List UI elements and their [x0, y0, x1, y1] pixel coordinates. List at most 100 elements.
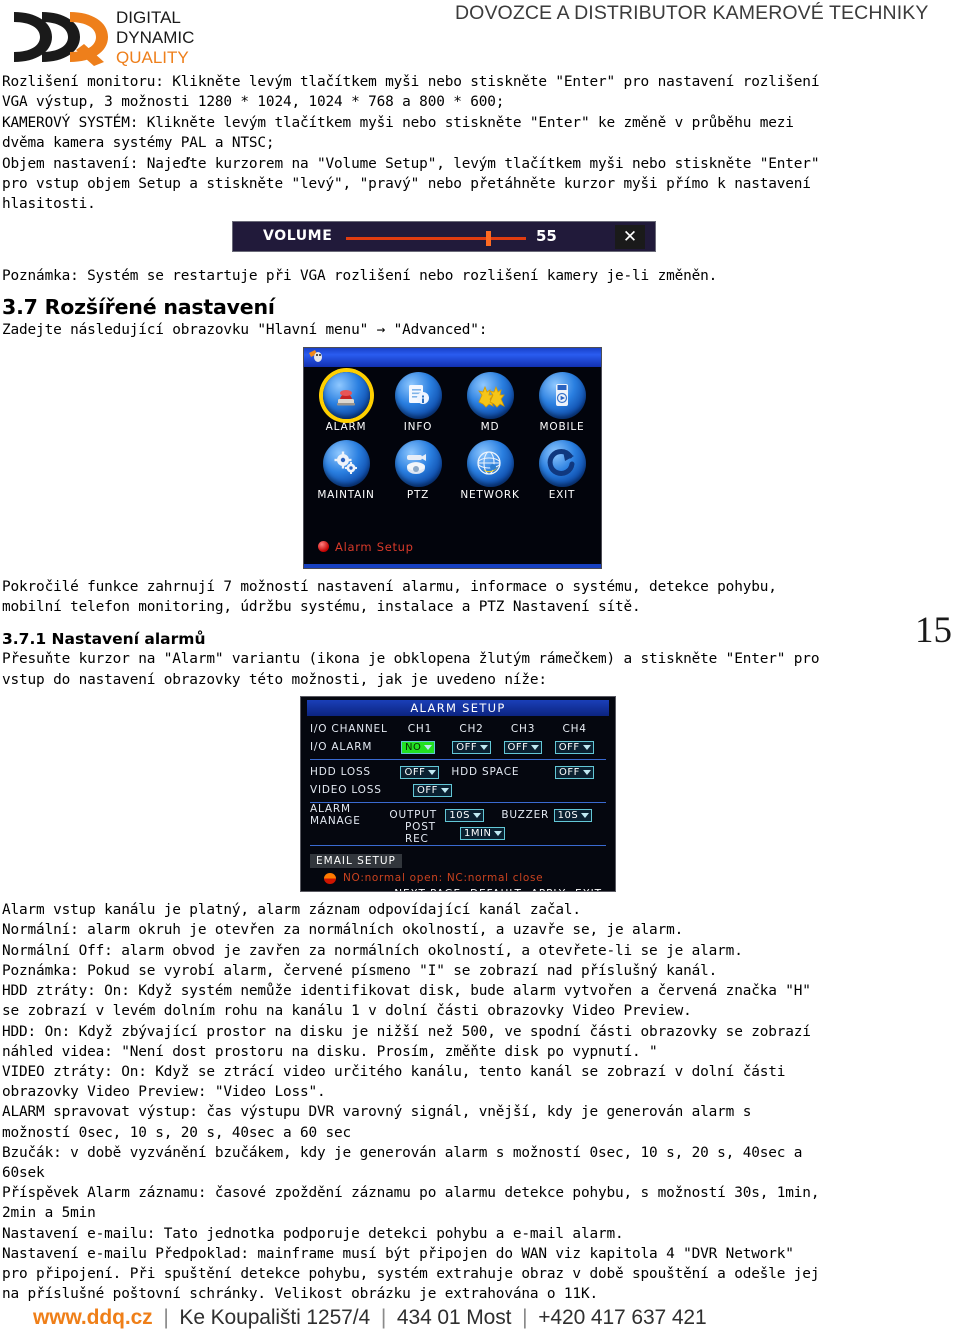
mobile-phone-icon — [538, 371, 586, 419]
io-alarm-ch3-cell: OFF — [503, 740, 555, 754]
advanced-menu-screenshot: ALARM INFO MD MOBILE MAINTAIN PTZ NETWOR… — [303, 346, 602, 569]
info-document-icon — [394, 371, 442, 419]
note-restart: Poznámka: Systém se restartuje při VGA r… — [2, 267, 718, 284]
chevron-down-icon — [424, 744, 433, 750]
buzzer-dropdown[interactable]: 10S — [553, 808, 593, 822]
hdd-loss-label: HDD LOSS — [310, 766, 371, 779]
io-alarm-ch4-dropdown[interactable]: OFF — [554, 740, 594, 754]
advanced-label-network: NETWORK — [460, 488, 520, 501]
output-label: OUTPUT — [389, 809, 438, 822]
volume-slider-knob[interactable] — [486, 230, 491, 246]
status-dot-icon — [318, 541, 329, 553]
io-alarm-row: I/O ALARM NO OFF OFF OFF — [310, 738, 606, 756]
advanced-menu-row-2: MAINTAIN PTZ NETWORK EXIT — [310, 439, 598, 502]
alarm-setup-buttons: NEXT PAGE DEFAULT APPLY EXIT — [310, 888, 606, 891]
channel-header-ch3: CH3 — [510, 723, 536, 736]
section-37-intro: Zadejte následující obrazovku "Hlavní me… — [2, 322, 488, 339]
chevron-down-icon — [480, 744, 489, 750]
chevron-down-icon — [582, 769, 591, 775]
hdd-space-label: HDD SPACE — [451, 766, 520, 779]
advanced-label-info: INFO — [403, 420, 433, 433]
footer-address: Ke Koupališti 1257/4 — [179, 1306, 371, 1329]
channel-header-ch1: CH1 — [407, 723, 433, 736]
hdd-loss-dropdown[interactable]: OFF — [400, 765, 440, 779]
alarm-manage-label: ALARM MANAGE — [310, 803, 361, 828]
alarm-siren-icon — [322, 371, 370, 419]
chevron-down-icon — [440, 787, 449, 793]
footer-website-link[interactable]: www.ddq.cz — [33, 1306, 153, 1329]
io-alarm-ch3-value: OFF — [507, 741, 529, 753]
chevron-down-icon — [581, 812, 590, 818]
advanced-item-ptz[interactable]: PTZ — [383, 439, 453, 502]
alarm-setup-screenshot: ALARM SETUP I/O CHANNEL CH1 CH2 CH3 CH4 … — [300, 696, 616, 893]
apply-button[interactable]: APPLY — [531, 888, 566, 891]
volume-label: VOLUME — [263, 228, 333, 245]
document-content: Rozlišení monitoru: Klikněte levým tlačí… — [0, 72, 960, 1304]
advanced-item-alarm[interactable]: ALARM — [311, 371, 381, 434]
output-value: 10S — [449, 809, 470, 821]
video-loss-dropdown[interactable]: OFF — [413, 783, 452, 797]
exit-button[interactable]: EXIT — [575, 888, 602, 891]
footer-separator-3: | — [522, 1306, 528, 1329]
chevron-down-icon — [494, 830, 503, 836]
email-setup-wrap: EMAIL SETUP — [310, 849, 606, 869]
advanced-menu-grid: ALARM INFO MD MOBILE MAINTAIN PTZ NETWOR… — [310, 371, 598, 508]
email-setup-button[interactable]: EMAIL SETUP — [310, 854, 402, 869]
logo-line-2: DYNAMIC — [116, 28, 194, 47]
buzzer-label: BUZZER — [501, 809, 550, 822]
volume-slider-track[interactable] — [346, 236, 526, 240]
advanced-label-mobile: MOBILE — [539, 420, 585, 433]
alarm-setup-body: I/O CHANNEL CH1 CH2 CH3 CH4 I/O ALARM NO… — [301, 716, 615, 891]
page-footer: www.ddq.cz | Ke Koupališti 1257/4 | 434 … — [0, 1280, 960, 1342]
channel-header-ch4: CH4 — [562, 723, 587, 736]
advanced-label-alarm: ALARM — [325, 420, 367, 433]
section-37-heading: 3.7 Rozšířené nastavení — [2, 295, 275, 320]
output-dropdown[interactable]: 10S — [445, 808, 484, 822]
post-rec-dropdown[interactable]: 1MIN — [460, 826, 506, 840]
io-alarm-ch1-value: NO — [405, 741, 422, 753]
advanced-label-ptz: PTZ — [406, 488, 430, 501]
video-loss-label: VIDEO LOSS — [310, 784, 382, 797]
io-alarm-ch2-dropdown[interactable]: OFF — [452, 740, 492, 754]
footer-separator-2: | — [380, 1306, 387, 1329]
video-loss-value: OFF — [417, 784, 438, 796]
advanced-item-exit[interactable]: EXIT — [527, 439, 597, 502]
advanced-label-md: MD — [480, 420, 500, 433]
advanced-label-exit: EXIT — [548, 488, 576, 501]
close-icon[interactable]: ✕ — [615, 224, 645, 249]
post-rec-label: POST REC — [405, 821, 436, 846]
video-loss-cell: OFF — [413, 783, 471, 797]
io-alarm-ch1-dropdown[interactable]: NO — [401, 740, 436, 754]
advanced-item-network[interactable]: NETWORK — [455, 439, 525, 502]
io-alarm-ch1-cell: NO — [401, 740, 452, 754]
alarm-note-text: NO:normal open: NC:normal close — [343, 872, 544, 885]
alarm-description: Alarm vstup kanálu je platný, alarm zázn… — [2, 902, 820, 1303]
advanced-item-info[interactable]: INFO — [383, 371, 453, 434]
hdd-loss-cell: OFF — [400, 765, 451, 779]
next-page-button[interactable]: NEXT PAGE — [394, 888, 461, 891]
io-alarm-ch3-dropdown[interactable]: OFF — [503, 740, 543, 754]
dvr-bottom-bar — [304, 563, 601, 568]
io-alarm-ch4-cell: OFF — [554, 740, 606, 754]
hdd-space-value: OFF — [559, 766, 580, 778]
alarm-note: NO:normal open: NC:normal close — [310, 872, 606, 884]
io-alarm-ch2-cell: OFF — [452, 740, 503, 754]
section-371-heading: 3.7.1 Nastavení alarmů — [2, 630, 206, 649]
chevron-down-icon — [428, 769, 437, 775]
motion-detect-icon — [466, 371, 514, 419]
advanced-item-md[interactable]: MD — [455, 371, 525, 434]
advanced-status-text: Alarm Setup — [335, 539, 414, 554]
advanced-status: Alarm Setup — [318, 540, 414, 554]
exit-arrow-icon — [538, 439, 586, 487]
logo-line-1: DIGITAL — [116, 8, 181, 27]
hdd-space-dropdown[interactable]: OFF — [555, 765, 594, 779]
io-alarm-ch2-value: OFF — [456, 741, 478, 753]
default-button[interactable]: DEFAULT — [470, 888, 522, 891]
advanced-item-maintain[interactable]: MAINTAIN — [311, 439, 381, 502]
advanced-label-maintain: MAINTAIN — [317, 488, 375, 501]
gears-icon — [322, 439, 370, 487]
advanced-item-mobile[interactable]: MOBILE — [527, 371, 597, 434]
logo-line-3: QUALITY — [116, 48, 189, 67]
ddq-logo-icon: DIGITAL DYNAMIC QUALITY — [14, 8, 194, 67]
chevron-down-icon — [472, 812, 481, 818]
